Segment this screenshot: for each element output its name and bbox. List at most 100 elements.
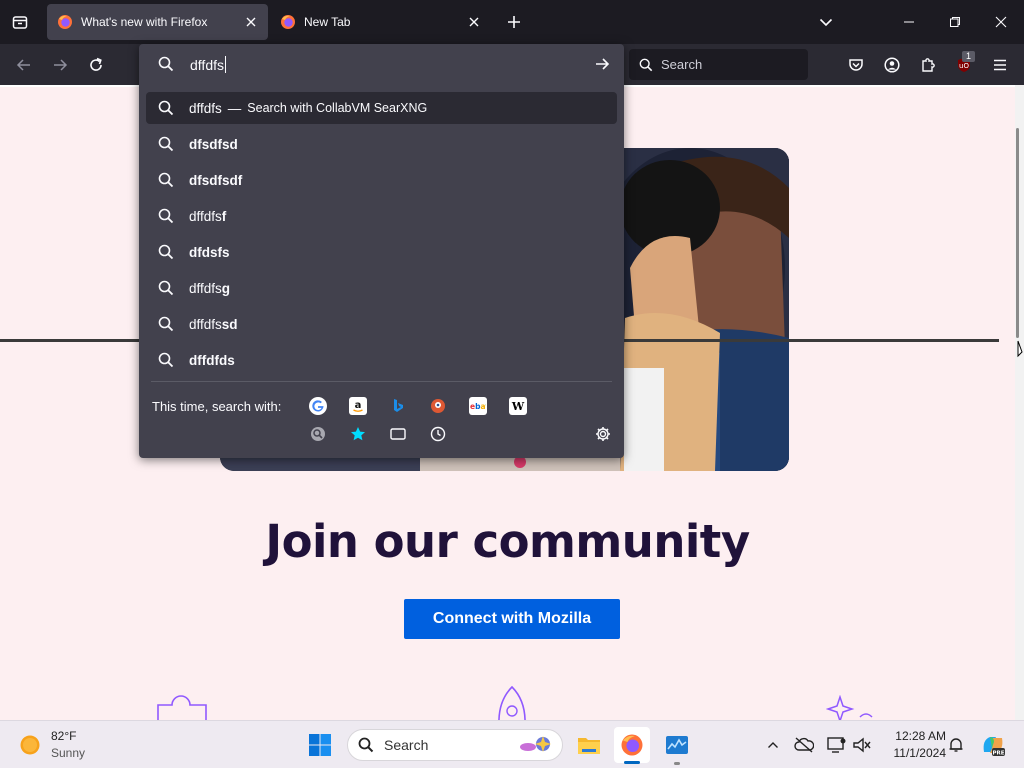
firefox-view-button[interactable] xyxy=(4,6,36,38)
copilot-button[interactable]: PRE xyxy=(979,731,1007,759)
search-icon xyxy=(158,172,174,188)
firefox-taskbar-button[interactable] xyxy=(614,727,650,763)
notifications-button[interactable] xyxy=(946,735,966,755)
wikipedia-engine-button[interactable]: W xyxy=(509,397,527,415)
tabs-search-button[interactable] xyxy=(389,425,407,443)
taskbar-search-box[interactable]: Search xyxy=(347,729,563,761)
tab-title: What's new with Firefox xyxy=(81,15,208,29)
minimize-button[interactable] xyxy=(886,0,932,44)
suggestion-prefix: dffdfs xyxy=(189,316,222,332)
urlbar-input[interactable] xyxy=(190,54,570,76)
ebay-engine-button[interactable]: ebay xyxy=(469,397,487,415)
volume-muted-icon xyxy=(853,737,871,753)
extensions-button[interactable] xyxy=(913,50,943,80)
suggestion-completion: f xyxy=(221,208,227,224)
back-button[interactable] xyxy=(9,50,39,80)
close-tab-icon[interactable] xyxy=(244,15,258,29)
account-icon xyxy=(884,57,900,73)
suggestion-item[interactable]: dffdfs f xyxy=(146,200,617,232)
folder-icon xyxy=(578,738,600,754)
file-explorer-taskbar-button[interactable] xyxy=(575,731,603,759)
svg-text:W: W xyxy=(511,400,525,413)
show-hidden-icons-button[interactable] xyxy=(763,735,783,755)
suggestion-search-with-engine[interactable]: dffdfs — Search with CollabVM SearXNG xyxy=(146,92,617,124)
monitor-icon xyxy=(827,737,846,753)
google-icon xyxy=(312,400,324,412)
search-with-label: This time, search with: xyxy=(152,399,282,414)
app-menu-button[interactable] xyxy=(985,50,1015,80)
puzzle-decoration-icon xyxy=(157,695,207,720)
bell-icon xyxy=(949,738,963,752)
history-clock-icon xyxy=(430,426,446,442)
display-tray-button[interactable] xyxy=(826,735,848,755)
page-heading: Join our community xyxy=(265,515,750,568)
bookmark-star-icon xyxy=(351,427,365,441)
rocket-decoration-icon xyxy=(498,685,526,720)
gear-icon xyxy=(596,427,610,441)
start-button[interactable] xyxy=(306,731,334,759)
scrollbar-thumb[interactable] xyxy=(1016,128,1019,338)
searxng-engine-button[interactable] xyxy=(309,425,327,443)
connect-with-mozilla-button[interactable]: Connect with Mozilla xyxy=(404,599,620,639)
svg-text:PRE: PRE xyxy=(992,751,1004,757)
chevron-up-icon xyxy=(768,742,778,748)
network-volume-tray-button[interactable] xyxy=(851,735,873,755)
pocket-icon xyxy=(849,59,863,71)
suggestion-prefix: dffdfs xyxy=(189,208,222,224)
close-window-button[interactable] xyxy=(978,0,1024,44)
amazon-icon: a xyxy=(353,400,363,412)
searxng-icon xyxy=(311,427,325,441)
tab-new-tab[interactable]: New Tab xyxy=(270,4,491,40)
suggestion-completion: g xyxy=(221,280,231,296)
history-search-button[interactable] xyxy=(429,425,447,443)
bing-engine-button[interactable] xyxy=(389,397,407,415)
task-manager-taskbar-button[interactable] xyxy=(663,731,691,759)
suggestion-text: dffdfs xyxy=(189,100,222,116)
back-arrow-icon xyxy=(16,59,30,71)
search-settings-button[interactable] xyxy=(594,425,612,443)
windows-taskbar: 82°F Sunny Search 12:28 AM 11/1/2024 PRE xyxy=(0,720,1024,768)
firefox-view-icon xyxy=(12,16,28,29)
ebay-icon: ebay xyxy=(470,402,486,411)
list-all-tabs-button[interactable] xyxy=(810,6,842,38)
suggestion-item[interactable]: dffdfs sd xyxy=(146,308,617,340)
chevron-down-icon xyxy=(819,18,833,27)
search-icon xyxy=(158,208,174,224)
suggestion-separator: — xyxy=(227,100,242,116)
suggestion-item[interactable]: dfsdfsdf xyxy=(146,164,617,196)
bookmarks-search-button[interactable] xyxy=(349,425,367,443)
suggestion-item[interactable]: dfdsfs xyxy=(146,236,617,268)
svg-text:uO: uO xyxy=(959,62,969,70)
search-highlight-icon xyxy=(520,736,551,752)
suggestion-item[interactable]: dffdfds xyxy=(146,344,617,376)
close-tab-icon[interactable] xyxy=(467,15,481,29)
task-manager-icon xyxy=(666,736,688,754)
tab-whats-new[interactable]: What's new with Firefox xyxy=(47,4,268,40)
suggestion-action: Search with CollabVM SearXNG xyxy=(247,101,428,115)
svg-text:a: a xyxy=(355,400,362,411)
clock-date[interactable]: 11/1/2024 xyxy=(880,746,947,760)
search-icon xyxy=(358,737,374,753)
suggestion-item[interactable]: dfsdfsd xyxy=(146,128,617,160)
duckduckgo-engine-button[interactable] xyxy=(429,397,447,415)
clock-time[interactable]: 12:28 AM xyxy=(880,729,946,743)
duckduckgo-icon xyxy=(431,399,445,413)
urlbar-input-row xyxy=(139,44,624,85)
account-button[interactable] xyxy=(877,50,907,80)
search-icon xyxy=(158,280,174,296)
google-engine-button[interactable] xyxy=(309,397,327,415)
amazon-engine-button[interactable]: a xyxy=(349,397,367,415)
onedrive-tray-button[interactable] xyxy=(793,735,815,755)
reload-button[interactable] xyxy=(81,50,111,80)
go-arrow-icon[interactable] xyxy=(594,56,610,72)
forward-button[interactable] xyxy=(45,50,75,80)
new-tab-button[interactable] xyxy=(498,6,530,38)
firefox-icon xyxy=(621,734,643,756)
weather-widget[interactable] xyxy=(18,733,42,757)
restore-button[interactable] xyxy=(932,0,978,44)
pocket-button[interactable] xyxy=(841,50,871,80)
suggestion-completion: dfsdfsd xyxy=(189,136,238,152)
toolbar-search-box[interactable]: Search xyxy=(629,49,808,80)
wikipedia-icon: W xyxy=(511,400,525,413)
suggestion-item[interactable]: dffdfs g xyxy=(146,272,617,304)
